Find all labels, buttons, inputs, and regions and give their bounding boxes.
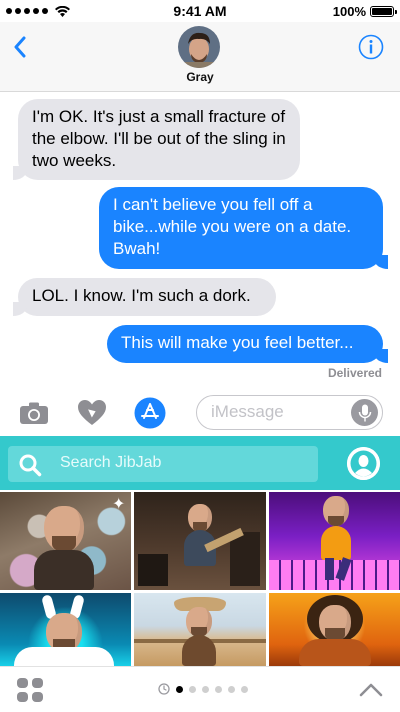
- conversation-header: Gray: [0, 22, 400, 92]
- compose-bar: [0, 392, 400, 434]
- contact-avatar[interactable]: [178, 26, 220, 68]
- digital-touch-icon: [78, 400, 106, 425]
- app-drawer-bar: [0, 666, 400, 712]
- jibjab-search-input[interactable]: [60, 454, 300, 472]
- incoming-message[interactable]: LOL. I know. I'm such a dork.: [13, 278, 276, 316]
- microphone-icon: [358, 404, 371, 421]
- jibjab-search-bar: [0, 436, 400, 490]
- jibjab-search-container: [8, 446, 318, 482]
- message-thread[interactable]: I'm OK. It's just a small fracture of th…: [0, 92, 400, 392]
- incoming-message[interactable]: I'm OK. It's just a small fracture of th…: [13, 99, 300, 180]
- app-store-button[interactable]: [134, 397, 166, 429]
- jibjab-sticker-tile[interactable]: [0, 593, 131, 666]
- page-dot: [189, 685, 196, 693]
- dictation-button[interactable]: [351, 399, 378, 426]
- page-dot: [215, 685, 222, 693]
- message-input[interactable]: [211, 402, 341, 422]
- jibjab-profile-button[interactable]: [347, 447, 380, 480]
- outgoing-message[interactable]: I can't believe you fell off a bike...wh…: [99, 187, 388, 269]
- page-indicator[interactable]: [158, 683, 248, 695]
- status-bar: 9:41 AM 100%: [0, 0, 400, 22]
- outgoing-message[interactable]: This will make you feel better...: [107, 325, 388, 363]
- battery-icon: [370, 5, 397, 17]
- user-profile-icon: [347, 447, 380, 480]
- search-icon: [19, 454, 42, 477]
- recents-clock-icon: [158, 683, 170, 695]
- details-button[interactable]: [358, 34, 384, 60]
- delivery-status: Delivered: [327, 366, 382, 380]
- expand-collapse-button[interactable]: [358, 679, 384, 701]
- page-dot-active: [176, 685, 183, 693]
- jibjab-sticker-tile[interactable]: [269, 593, 400, 666]
- chevron-left-icon: [14, 36, 26, 58]
- jibjab-sticker-tile[interactable]: ✦: [0, 492, 131, 590]
- app-store-icon: [134, 397, 166, 429]
- status-time: 9:41 AM: [173, 3, 227, 19]
- jibjab-sticker-grid: ✦: [0, 490, 400, 666]
- chevron-up-icon: [359, 683, 383, 697]
- jibjab-sticker-tile[interactable]: [269, 492, 400, 590]
- page-dot: [228, 685, 235, 693]
- app-drawer-button[interactable]: [16, 677, 44, 703]
- digital-touch-button[interactable]: [76, 397, 108, 429]
- page-dot: [241, 685, 248, 693]
- contact-name[interactable]: Gray: [0, 70, 400, 84]
- jibjab-sticker-tile[interactable]: [134, 492, 266, 590]
- back-button[interactable]: [8, 34, 32, 60]
- info-icon: [358, 34, 384, 60]
- sparkle-icon: ✦: [112, 496, 126, 513]
- message-input-container: [196, 395, 383, 430]
- camera-button[interactable]: [18, 397, 50, 429]
- camera-icon: [20, 402, 48, 424]
- page-dot: [202, 685, 209, 693]
- jibjab-sticker-tile[interactable]: [134, 593, 266, 666]
- app-grid-icon: [17, 678, 43, 702]
